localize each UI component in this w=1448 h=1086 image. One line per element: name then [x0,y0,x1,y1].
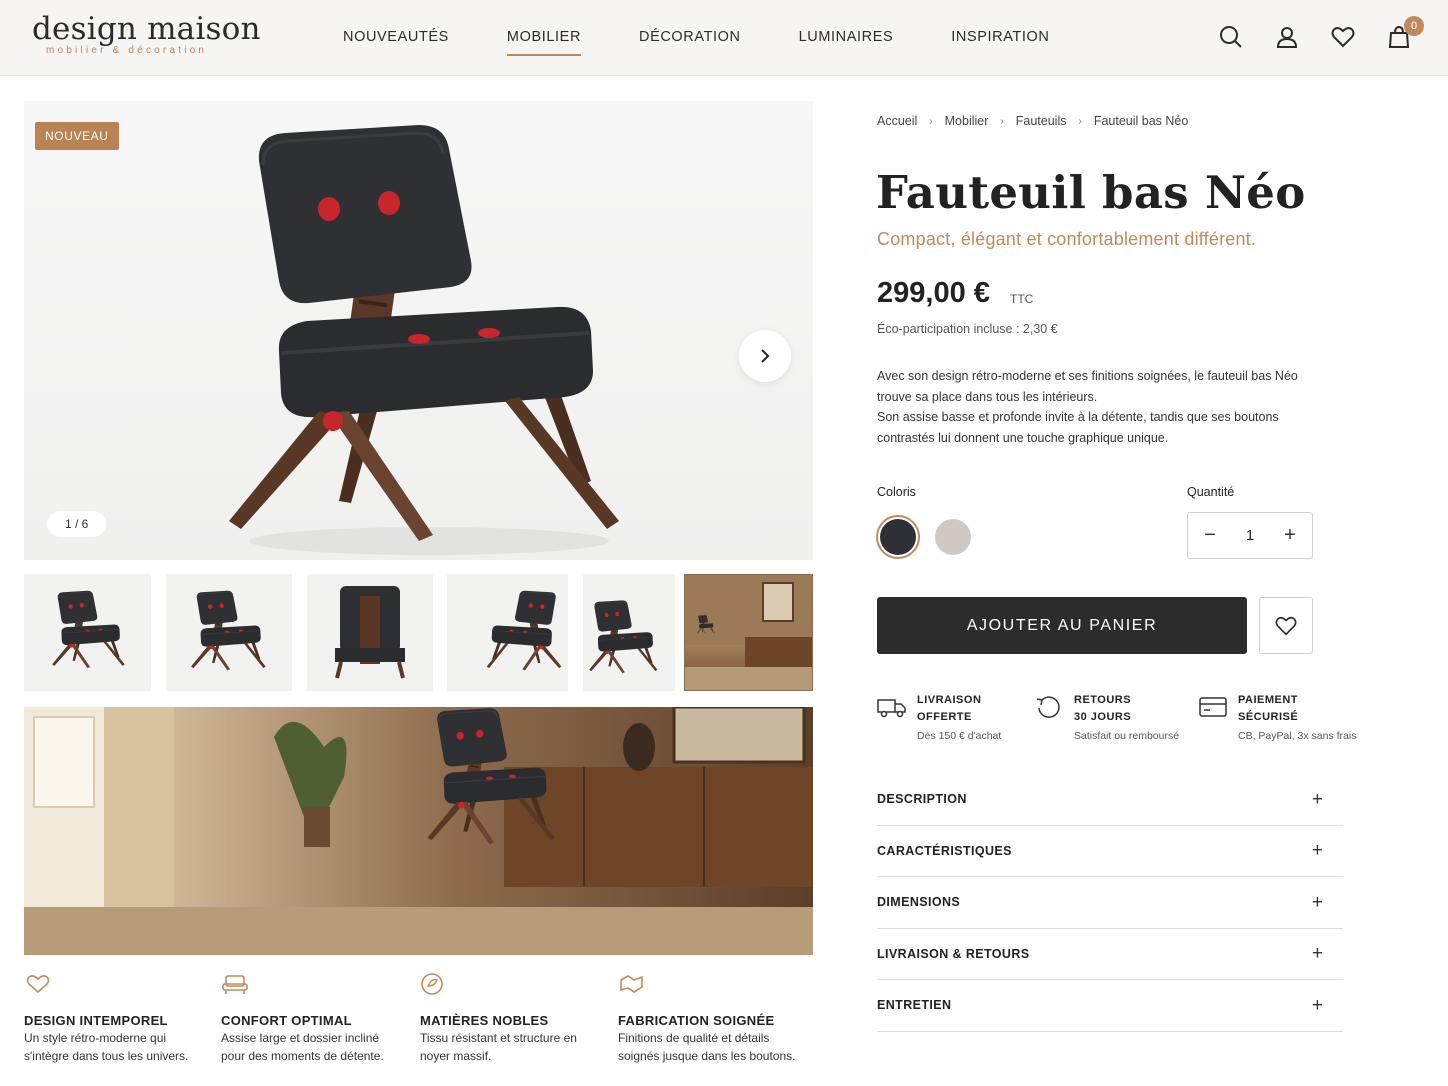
card-icon [1199,697,1227,717]
thumbnail-2[interactable] [166,574,292,691]
breadcrumb: Accueil › Mobilier › Fauteuils › Fauteui… [877,114,1188,128]
add-to-cart-button[interactable]: AJOUTER AU PANIER [877,597,1247,654]
feature-title: CONFORT OPTIMAL [221,1013,352,1028]
feature-title: MATIÈRES NOBLES [420,1013,549,1028]
breadcrumb-fauteuils[interactable]: Fauteuils [1016,114,1067,128]
accordion-label: DESCRIPTION [877,792,967,807]
breadcrumb-accueil[interactable]: Accueil [877,114,917,128]
plus-icon: + [1311,943,1323,965]
header-actions: 0 [1218,16,1424,50]
chevron-right-icon: › [929,115,933,127]
feature-design: DESIGN INTEMPOREL Un style rétro-moderne… [24,972,209,1065]
product-price: 299,00 € [877,277,990,309]
product-description: Avec son design rétro-moderne et ses fin… [877,369,1298,445]
breadcrumb-current: Fauteuil bas Néo [1093,114,1189,128]
lifestyle-image [24,707,813,955]
perk-title: RETOURS 30 JOURS [1074,694,1132,723]
accordion-livraison-retours[interactable]: LIVRAISON & RETOURS + [877,929,1343,980]
plus-icon: + [1311,840,1323,862]
eco-participation: Éco-participation incluse : 2,30 € [877,322,1058,336]
perk-subtext: Dès 150 € d'achat [917,730,1002,742]
nav-item-decoration[interactable]: DÉCORATION [639,29,741,53]
accordion-description[interactable]: DESCRIPTION + [877,774,1343,826]
thumbnail-6[interactable] [684,574,813,691]
feature-title: DESIGN INTEMPOREL [24,1013,168,1028]
brand-name: design maison [32,11,261,47]
product-main-image[interactable]: NOUVEAU 1 / 6 [24,101,813,560]
nav-item-inspiration[interactable]: INSPIRATION [951,29,1049,53]
bag-icon[interactable]: 0 [1386,16,1424,50]
leaf-icon [421,973,443,995]
feature-text: Tissu résistant et structure en noyer mas… [420,1031,577,1063]
accordion-caracteristiques[interactable]: CARACTÉRISTIQUES + [877,826,1343,877]
nav-item-luminaires[interactable]: LUMINAIRES [799,29,894,53]
heart-hand-icon [26,975,50,994]
accordion-dimensions[interactable]: DIMENSIONS + [877,877,1343,929]
accordion-label: ENTRETIEN [877,998,952,1013]
thumbnail-5[interactable] [583,574,675,691]
feature-comfort: CONFORT OPTIMAL Assise large et dossier … [221,972,406,1065]
breadcrumb-mobilier[interactable]: Mobilier [945,114,989,128]
wishlist-button[interactable] [1259,597,1313,654]
nav-item-nouveautes[interactable]: NOUVEAUTÉS [343,29,449,53]
site-header: design maison mobilier & décoration NOUV… [0,0,1448,76]
coloris-label: Coloris [877,485,916,499]
perk-title: PAIEMENT SÉCURISÉ [1238,694,1299,723]
nav-item-mobilier[interactable]: MOBILIER [506,29,582,56]
perk-title: LIVRAISON OFFERTE [917,694,982,723]
thumbnail-strip [24,574,813,691]
thumbnail-1[interactable] [24,574,151,691]
color-swatch-anthracite[interactable] [876,515,920,559]
craft-icon [620,975,643,993]
color-swatch-beige[interactable] [931,515,975,559]
search-icon[interactable] [1218,24,1244,50]
feature-text: Finitions de qualité et détails soignés j… [618,1031,796,1063]
accordion-label: DIMENSIONS [877,895,961,910]
accordion-label: LIVRAISON & RETOURS [877,946,1030,961]
feature-text: Assise large et dossier incliné pour des … [221,1031,384,1063]
new-badge: NOUVEAU [35,122,119,150]
plus-icon: + [1311,788,1323,810]
main-nav: NOUVEAUTÉS MOBILIER DÉCORATION LUMINAIRE… [343,29,1107,56]
truck-icon [877,699,906,718]
decrease-quantity-button[interactable]: − [1202,524,1218,547]
image-counter: 1 / 6 [47,511,107,537]
product-title: Fauteuil bas Néo [876,166,1306,219]
feature-craft: FABRICATION SOIGNÉE Finitions de qualité… [618,972,803,1065]
chevron-right-icon: › [1000,115,1004,127]
perk-subtext: CB, PayPal, 3x sans frais [1238,730,1357,742]
price-suffix: TTC [1010,292,1034,306]
accordion-label: CARACTÉRISTIQUES [877,843,1012,858]
increase-quantity-button[interactable]: + [1282,524,1298,547]
account-icon[interactable] [1274,24,1300,50]
armchair-illustration [209,121,649,555]
armchair-icon [222,975,248,994]
feature-materials: MATIÈRES NOBLES Tissu résistant et struc… [420,972,605,1065]
heart-icon [1275,616,1297,635]
feature-title: FABRICATION SOIGNÉE [618,1013,775,1028]
heart-icon[interactable] [1330,24,1356,50]
thumbnail-3[interactable] [307,574,433,691]
quantity-value[interactable]: 1 [1246,527,1254,544]
plus-icon: + [1311,994,1323,1016]
feature-text: Un style rétro-moderne qui s'intègre dans… [24,1031,189,1063]
product-accordion: DESCRIPTION + CARACTÉRISTIQUES + DIMENSI… [877,774,1343,1032]
perk-subtext: Satisfait ou remboursé [1074,730,1180,742]
product-subtitle: Compact, élégant et confortablement diff… [877,229,1257,249]
return-icon [1036,696,1060,718]
cart-count-badge: 0 [1404,16,1424,36]
chevron-right-icon [761,349,770,363]
accordion-entretien[interactable]: ENTRETIEN + [877,980,1343,1032]
thumbnail-4[interactable] [447,574,568,691]
quantity-label: Quantité [1187,485,1235,499]
next-image-button[interactable] [739,330,791,382]
brand-logo[interactable]: design maison mobilier & décoration [32,12,261,56]
chevron-right-icon: › [1078,115,1082,127]
plus-icon: + [1311,891,1323,913]
quantity-stepper: − 1 + [1187,512,1313,559]
